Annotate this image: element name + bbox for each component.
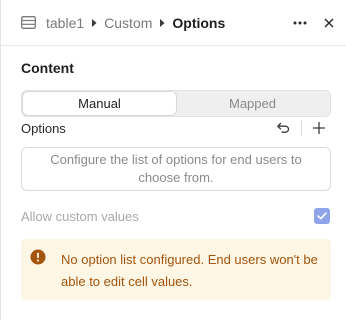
warning-text: No option list configured. End users won… bbox=[61, 252, 318, 289]
allow-custom-values-checkbox[interactable] bbox=[314, 208, 330, 224]
panel-header: table1 Custom Options bbox=[1, 0, 346, 46]
check-icon bbox=[317, 212, 327, 220]
breadcrumb-current: Options bbox=[172, 15, 226, 31]
breadcrumb: table1 Custom Options bbox=[46, 15, 225, 31]
breadcrumb-item-table1[interactable]: table1 bbox=[46, 15, 84, 31]
warning-icon bbox=[30, 249, 46, 265]
options-empty-state[interactable]: Configure the list of options for end us… bbox=[21, 147, 331, 191]
add-icon[interactable] bbox=[312, 121, 326, 135]
options-label: Options bbox=[21, 121, 66, 136]
more-button[interactable] bbox=[291, 15, 309, 31]
section-title-content: Content bbox=[21, 60, 74, 76]
table-icon bbox=[21, 16, 36, 29]
more-icon bbox=[293, 21, 307, 25]
mode-tab-mapped[interactable]: Mapped bbox=[176, 92, 329, 115]
chevron-right-icon bbox=[92, 19, 97, 27]
undo-icon[interactable] bbox=[276, 121, 290, 135]
mode-segmented-control: Manual Mapped bbox=[21, 90, 331, 117]
close-button[interactable] bbox=[321, 15, 337, 31]
inspector-panel: table1 Custom Options Content Manual Map… bbox=[0, 0, 346, 320]
toolbar-divider bbox=[301, 120, 302, 136]
warning-banner: No option list configured. End users won… bbox=[21, 239, 331, 300]
chevron-right-icon bbox=[160, 19, 165, 27]
allow-custom-values-label: Allow custom values bbox=[21, 209, 139, 224]
close-icon bbox=[324, 18, 334, 28]
breadcrumb-item-custom[interactable]: Custom bbox=[104, 15, 152, 31]
mode-tab-manual[interactable]: Manual bbox=[23, 92, 176, 115]
